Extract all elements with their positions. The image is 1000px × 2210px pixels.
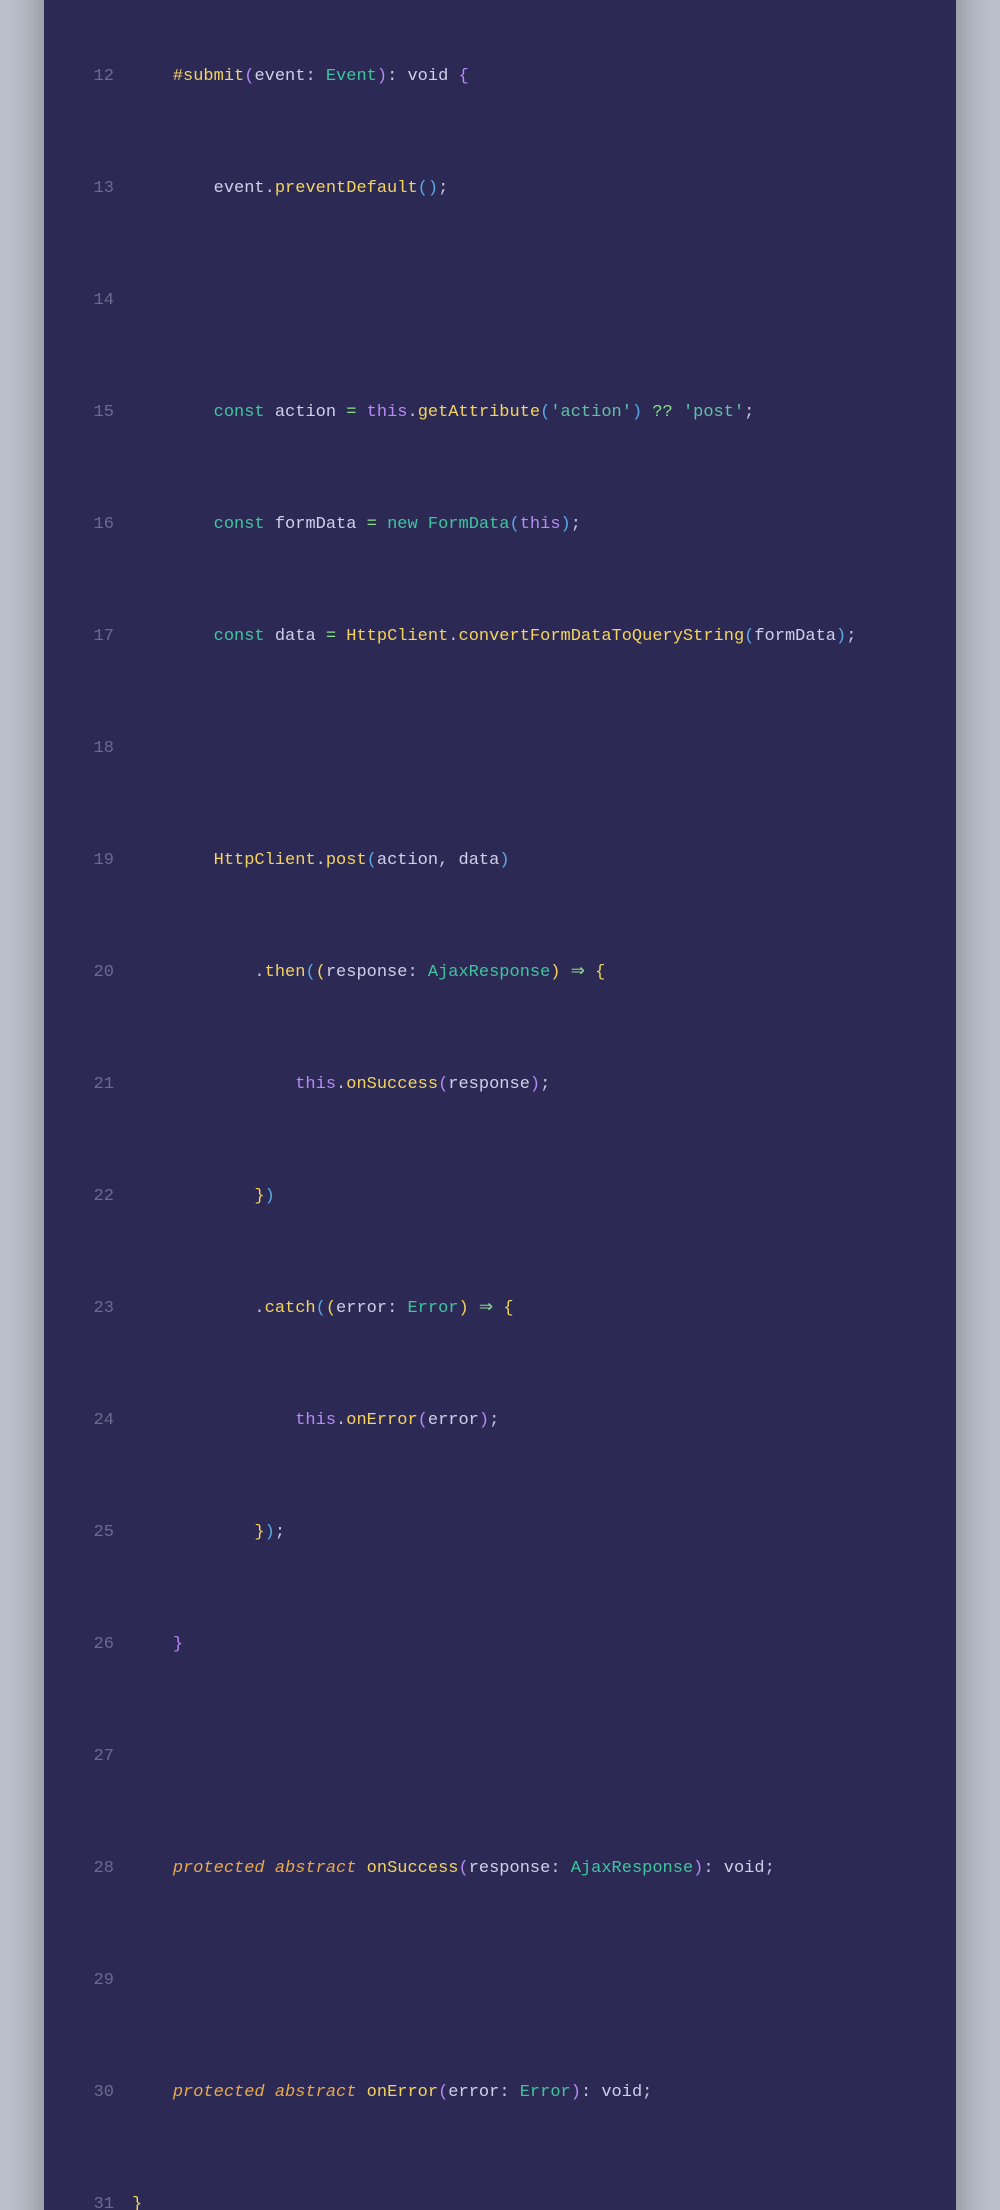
page-backdrop: 1 import HttpClient from '../../../commo… (0, 0, 1000, 1105)
line-number: 25 (70, 1519, 132, 1547)
code-line: 17 const data = HttpClient.convertFormDa… (70, 623, 930, 651)
code-content: }) (132, 1183, 930, 1211)
line-number: 19 (70, 847, 132, 875)
code-line: 15 const action = this.getAttribute('act… (70, 399, 930, 427)
code-content: HttpClient.post(action, data) (132, 847, 930, 875)
line-number: 23 (70, 1295, 132, 1323)
line-number: 30 (70, 2079, 132, 2107)
code-line: 26 } (70, 1631, 930, 1659)
code-content: protected abstract onSuccess(response: A… (132, 1855, 930, 1883)
code-line: 27 (70, 1743, 930, 1771)
code-content: this.onError(error); (132, 1407, 930, 1435)
code-content: const action = this.getAttribute('action… (132, 399, 930, 427)
code-line: 23 .catch((error: Error) ⇒ { (70, 1295, 930, 1323)
line-number: 22 (70, 1183, 132, 1211)
code-content: }); (132, 1519, 930, 1547)
line-number: 17 (70, 623, 132, 651)
line-number: 29 (70, 1967, 132, 1995)
code-content: const data = HttpClient.convertFormDataT… (132, 623, 930, 651)
line-number: 28 (70, 1855, 132, 1883)
code-line: 18 (70, 735, 930, 763)
code-content: const formData = new FormData(this); (132, 511, 930, 539)
line-number: 26 (70, 1631, 132, 1659)
line-number: 16 (70, 511, 132, 539)
code-line: 12 #submit(event: Event): void { (70, 63, 930, 91)
code-content: protected abstract onError(error: Error)… (132, 2079, 930, 2107)
line-number: 14 (70, 287, 132, 315)
line-number: 21 (70, 1071, 132, 1099)
code-content (132, 287, 930, 315)
code-window: 1 import HttpClient from '../../../commo… (44, 0, 956, 2210)
code-line: 13 event.preventDefault(); (70, 175, 930, 203)
code-line: 30 protected abstract onError(error: Err… (70, 2079, 930, 2107)
code-line: 29 (70, 1967, 930, 1995)
line-number: 18 (70, 735, 132, 763)
code-content: #submit(event: Event): void { (132, 63, 930, 91)
code-line: 31 } (70, 2191, 930, 2210)
code-content (132, 735, 930, 763)
code-content: .catch((error: Error) ⇒ { (132, 1295, 930, 1323)
code-line: 22 }) (70, 1183, 930, 1211)
code-line: 16 const formData = new FormData(this); (70, 511, 930, 539)
line-number: 13 (70, 175, 132, 203)
code-line: 24 this.onError(error); (70, 1407, 930, 1435)
code-line: 25 }); (70, 1519, 930, 1547)
code-line: 20 .then((response: AjaxResponse) ⇒ { (70, 959, 930, 987)
line-number: 12 (70, 63, 132, 91)
code-content (132, 1743, 930, 1771)
code-content: } (132, 2191, 930, 2210)
line-number: 31 (70, 2191, 132, 2210)
code-content: .then((response: AjaxResponse) ⇒ { (132, 959, 930, 987)
code-line: 14 (70, 287, 930, 315)
code-content (132, 1967, 930, 1995)
code-editor[interactable]: 1 import HttpClient from '../../../commo… (70, 0, 930, 2210)
line-number: 15 (70, 399, 132, 427)
code-line: 19 HttpClient.post(action, data) (70, 847, 930, 875)
line-number: 27 (70, 1743, 132, 1771)
line-number: 20 (70, 959, 132, 987)
code-content: event.preventDefault(); (132, 175, 930, 203)
code-line: 28 protected abstract onSuccess(response… (70, 1855, 930, 1883)
code-content: } (132, 1631, 930, 1659)
code-content: this.onSuccess(response); (132, 1071, 930, 1099)
code-line: 21 this.onSuccess(response); (70, 1071, 930, 1099)
line-number: 24 (70, 1407, 132, 1435)
